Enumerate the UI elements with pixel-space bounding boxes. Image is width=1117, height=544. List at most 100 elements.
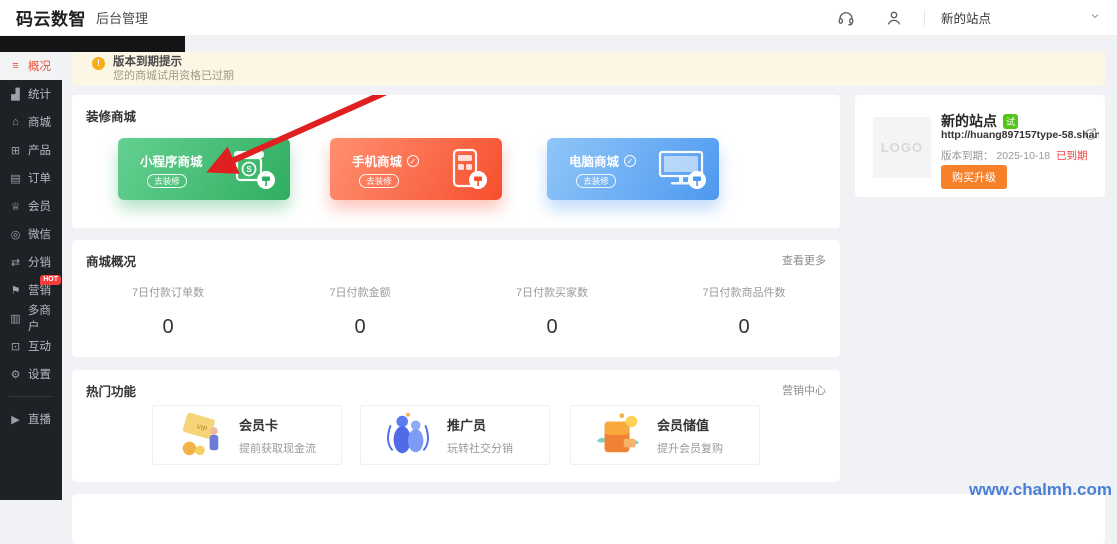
- marketing-icon: ⚑: [8, 284, 23, 297]
- pc-mall-card[interactable]: 电脑商城 ✓ 去装修: [547, 138, 719, 200]
- sidebar-item-mall[interactable]: ⌂ 商城: [0, 108, 62, 136]
- sidebar-nav: ≡ 概况 ▟ 统计 ⌂ 商城 ⊞ 产品 ▤ 订单 ♕ 会员 ◎ 微信 ⇄ 分销 …: [0, 36, 62, 500]
- interaction-icon: ⊡: [8, 340, 23, 353]
- hot-features-card: 热门功能 营销中心 VIP 会员卡 提前获取现金流: [72, 370, 840, 482]
- miniprogram-mall-title: 小程序商城: [140, 151, 203, 170]
- sidebar-item-statistics[interactable]: ▟ 统计: [0, 80, 62, 108]
- miniprogram-shop-icon: S: [228, 148, 280, 197]
- overview-icon: ≡: [8, 60, 23, 72]
- sidebar-item-marketing[interactable]: ⚑ 营销 HOT: [0, 276, 62, 304]
- marketing-center-link[interactable]: 营销中心: [782, 382, 826, 398]
- hot-badge: HOT: [40, 275, 61, 285]
- sidebar-item-label: 统计: [28, 86, 51, 102]
- sidebar-item-label: 直播: [28, 411, 51, 427]
- sidebar-item-label: 订单: [28, 170, 51, 186]
- sidebar-item-label: 分销: [28, 254, 51, 270]
- sidebar-item-label: 概况: [28, 58, 51, 74]
- mobile-phone-icon: [440, 148, 492, 197]
- sidebar-item-orders[interactable]: ▤ 订单: [0, 164, 62, 192]
- decorate-mobile-button[interactable]: 去装修: [359, 174, 399, 188]
- site-info-card: LOGO 新的站点 试 http://huang897157type-58.sh…: [855, 95, 1105, 197]
- expired-status: 已到期: [1056, 150, 1088, 162]
- stat-paid-buyers: 7日付款买家数 0: [456, 284, 648, 339]
- decorate-section-title: 装修商城: [86, 106, 136, 125]
- sidebar-item-label: 设置: [28, 366, 51, 382]
- stat-paid-orders: 7日付款订单数 0: [72, 284, 264, 339]
- site-url-link[interactable]: http://huang897157type-58.shanxi...: [941, 129, 1099, 141]
- mobile-mall-title: 手机商城 ✓: [352, 151, 419, 170]
- miniprogram-mall-card[interactable]: 小程序商城 去装修 S: [118, 138, 290, 200]
- overview-section-title: 商城概况: [86, 251, 136, 270]
- desktop-monitor-icon: [657, 148, 709, 197]
- version-expiry-banner: ! 版本到期提示 您的商城试用资格已过期: [72, 52, 1105, 86]
- sidebar-item-distribution[interactable]: ⇄ 分销: [0, 248, 62, 276]
- mall-icon: ⌂: [8, 116, 23, 128]
- view-more-link[interactable]: 查看更多: [782, 252, 826, 268]
- membercard-illustration: VIP: [175, 408, 225, 463]
- version-expiry-row: 版本到期： 2025-10-18 已到期: [941, 148, 1088, 163]
- sidebar-item-live[interactable]: ▶ 直播: [0, 405, 62, 433]
- members-icon: ♕: [8, 200, 23, 213]
- sidebar-item-products[interactable]: ⊞ 产品: [0, 136, 62, 164]
- site-selector-label: 新的站点: [941, 8, 991, 27]
- stat-paid-items: 7日付款商品件数 0: [648, 284, 840, 339]
- top-header: 码云数智 后台管理 新的站点: [0, 0, 1117, 36]
- site-logo-placeholder: LOGO: [873, 117, 931, 178]
- version-date: 2025-10-18: [996, 150, 1050, 162]
- orders-icon: ▤: [8, 172, 23, 185]
- sidebar-item-label: 多商户: [28, 302, 62, 334]
- feature-promoter[interactable]: 推广员 玩转社交分销: [360, 405, 550, 465]
- site-selector-dropdown[interactable]: 新的站点: [941, 8, 1101, 27]
- open-site-icon[interactable]: [1084, 128, 1097, 146]
- header-actions: 新的站点: [836, 8, 1101, 28]
- feature-member-card[interactable]: VIP 会员卡 提前获取现金流: [152, 405, 342, 465]
- banner-title: 版本到期提示: [113, 56, 234, 69]
- site-name: 新的站点: [941, 111, 997, 131]
- features-section-title: 热门功能: [86, 381, 136, 400]
- multi-merchant-icon: ▥: [8, 312, 23, 325]
- wechat-icon: ◎: [8, 228, 23, 241]
- mall-overview-card: 商城概况 查看更多 7日付款订单数 0 7日付款金额 0 7日付款买家数 0 7…: [72, 240, 840, 357]
- sidebar-item-wechat[interactable]: ◎ 微信: [0, 220, 62, 248]
- banner-message: 您的商城试用资格已过期: [113, 69, 234, 83]
- pc-mall-title: 电脑商城 ✓: [569, 151, 636, 170]
- sidebar-divider: [9, 396, 53, 397]
- watermark: www.chalmh.com: [969, 480, 1112, 500]
- sidebar-item-label: 会员: [28, 198, 51, 214]
- stored-value-illustration: [593, 408, 643, 463]
- verified-check-icon: ✓: [624, 155, 636, 167]
- stats-row: 7日付款订单数 0 7日付款金额 0 7日付款买家数 0 7日付款商品件数 0: [72, 284, 840, 339]
- sidebar-item-interaction[interactable]: ⊡ 互动: [0, 332, 62, 360]
- sidebar-item-settings[interactable]: ⚙ 设置: [0, 360, 62, 388]
- decorate-mall-card: 装修商城 小程序商城 去装修 S 手机商城 ✓: [72, 95, 840, 228]
- products-icon: ⊞: [8, 144, 23, 157]
- sidebar-item-label: 商城: [28, 114, 51, 130]
- decorate-miniprogram-button[interactable]: 去装修: [147, 174, 187, 188]
- header-divider: [924, 10, 925, 26]
- chevron-down-icon: [1089, 9, 1101, 27]
- svg-text:S: S: [246, 165, 252, 174]
- warning-icon: !: [92, 57, 105, 70]
- trial-badge: 试: [1003, 114, 1018, 129]
- promoter-illustration: [383, 408, 433, 463]
- distribution-icon: ⇄: [8, 256, 23, 269]
- sidebar-item-label: 微信: [28, 226, 51, 242]
- settings-icon: ⚙: [8, 368, 23, 381]
- feature-stored-value[interactable]: 会员储值 提升会员复购: [570, 405, 760, 465]
- version-label: 版本到期：: [941, 150, 994, 162]
- live-icon: ▶: [8, 413, 23, 426]
- page-title: 后台管理: [96, 8, 148, 27]
- sidebar-item-label: 产品: [28, 142, 51, 158]
- decorate-pc-button[interactable]: 去装修: [576, 174, 616, 188]
- user-icon[interactable]: [884, 8, 904, 28]
- stat-paid-amount: 7日付款金额 0: [264, 284, 456, 339]
- sidebar-item-multi-merchant[interactable]: ▥ 多商户: [0, 304, 62, 332]
- buy-upgrade-button[interactable]: 购买升级: [941, 165, 1007, 189]
- sidebar-item-label: 互动: [28, 338, 51, 354]
- statistics-icon: ▟: [8, 88, 23, 101]
- sidebar-item-overview[interactable]: ≡ 概况: [0, 52, 62, 80]
- support-headset-icon[interactable]: [836, 8, 856, 28]
- main-content: ! 版本到期提示 您的商城试用资格已过期 装修商城 小程序商城 去装修 S: [62, 36, 1117, 500]
- mobile-mall-card[interactable]: 手机商城 ✓ 去装修: [330, 138, 502, 200]
- sidebar-item-members[interactable]: ♕ 会员: [0, 192, 62, 220]
